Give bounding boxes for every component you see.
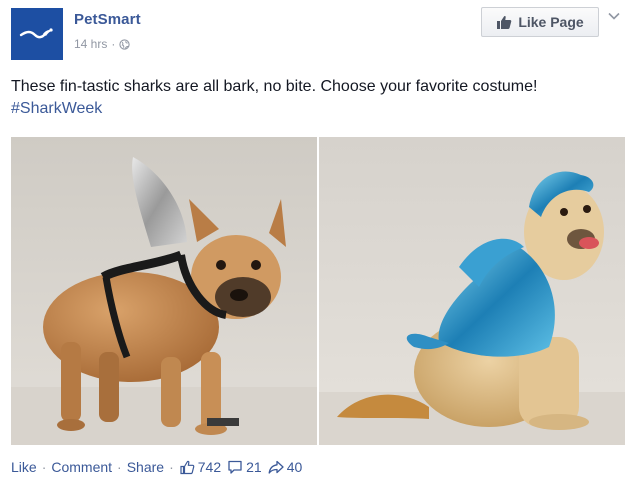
- page-name-link[interactable]: PetSmart: [74, 11, 141, 28]
- likes-count-link[interactable]: 742: [179, 459, 221, 475]
- likes-count: 742: [197, 459, 222, 475]
- post-meta: 14 hrs ·: [74, 37, 131, 51]
- page-avatar[interactable]: [11, 8, 63, 60]
- comments-count-link[interactable]: 21: [227, 459, 262, 475]
- globe-icon[interactable]: [119, 38, 131, 50]
- like-page-button[interactable]: Like Page: [481, 7, 599, 37]
- post-message: These fin-tastic sharks are all bark, no…: [11, 76, 623, 120]
- share-arrow-icon: [268, 460, 284, 474]
- shares-count-link[interactable]: 40: [268, 459, 303, 475]
- comment-action[interactable]: Comment: [51, 459, 112, 475]
- footer-separator: ·: [41, 459, 47, 475]
- footer-separator: ·: [169, 459, 174, 475]
- facebook-post: PetSmart 14 hrs · Like Page These fin-ta…: [0, 0, 632, 480]
- thumbs-up-icon: [496, 14, 512, 30]
- photo-bulldog-shark-fin[interactable]: [11, 137, 317, 445]
- like-page-label: Like Page: [518, 14, 584, 30]
- shares-count: 40: [286, 459, 303, 475]
- post-body-text: These fin-tastic sharks are all bark, no…: [11, 78, 538, 95]
- post-options-button[interactable]: [605, 7, 623, 25]
- photo-dog-blue-shark-costume[interactable]: [319, 137, 625, 445]
- share-action[interactable]: Share: [127, 459, 164, 475]
- chevron-down-icon: [608, 12, 620, 20]
- footer-separator: ·: [117, 459, 122, 475]
- hashtag-link[interactable]: #SharkWeek: [11, 98, 623, 120]
- like-action[interactable]: Like: [11, 459, 37, 475]
- petsmart-logo: [19, 28, 53, 39]
- timestamp[interactable]: 14 hrs: [74, 37, 107, 51]
- meta-separator: ·: [111, 37, 116, 51]
- comments-count: 21: [246, 459, 262, 475]
- post-footer: Like · Comment · Share · 742 21 40: [11, 458, 308, 476]
- comment-bubble-icon: [228, 460, 242, 474]
- thumbs-up-icon: [180, 460, 195, 475]
